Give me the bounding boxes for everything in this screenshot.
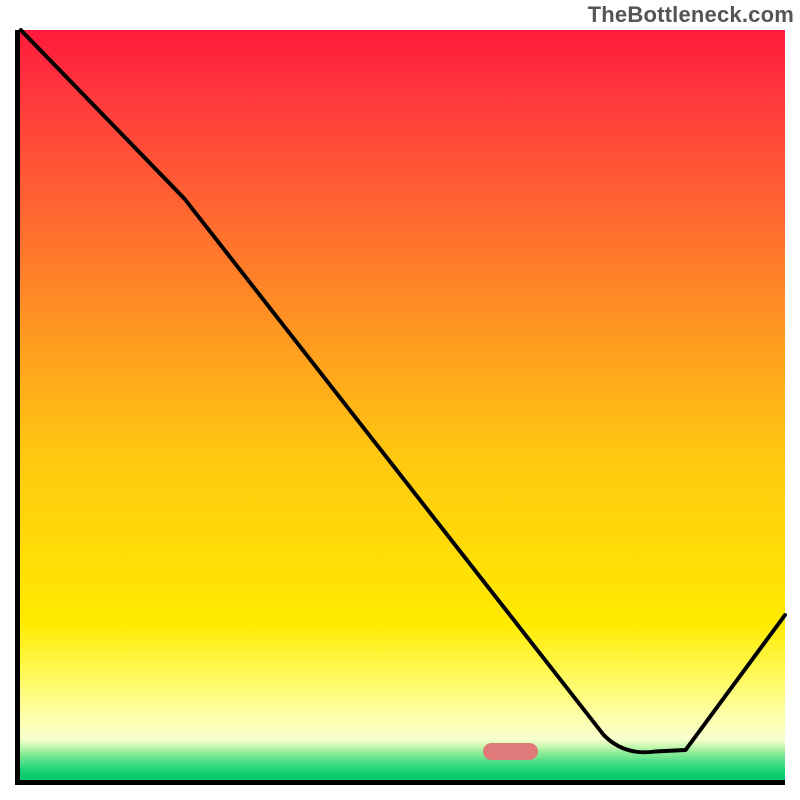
optimal-marker (483, 743, 538, 760)
chart-container: TheBottleneck.com (0, 0, 800, 800)
watermark-text: TheBottleneck.com (588, 2, 794, 28)
plot-area (15, 30, 785, 785)
bottleneck-curve (20, 30, 785, 780)
